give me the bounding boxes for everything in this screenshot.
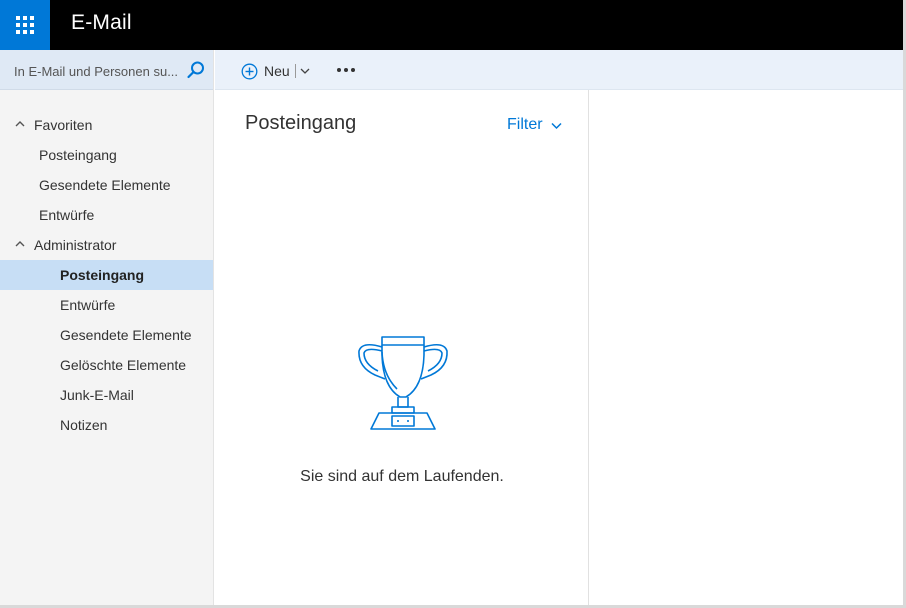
chevron-up-icon bbox=[15, 121, 25, 127]
outlook-window: E-Mail Favoriten Posteingang Gesendete E… bbox=[0, 0, 903, 605]
list-title: Posteingang bbox=[245, 112, 357, 134]
divider bbox=[294, 64, 296, 78]
folder-nav: Favoriten Posteingang Gesendete Elemente… bbox=[0, 110, 213, 440]
folder-label: Posteingang bbox=[39, 147, 117, 163]
filter-button[interactable]: Filter bbox=[507, 116, 562, 134]
folder-label: Gesendete Elemente bbox=[60, 327, 192, 343]
top-bar: E-Mail bbox=[0, 0, 903, 50]
new-button-label: Neu bbox=[264, 63, 290, 79]
folder-item-posteingang[interactable]: Posteingang bbox=[0, 260, 213, 290]
account-label: Administrator bbox=[34, 237, 117, 253]
filter-label: Filter bbox=[507, 116, 543, 133]
folder-label: Posteingang bbox=[60, 267, 145, 283]
folder-item-notizen[interactable]: Notizen bbox=[0, 410, 213, 440]
folder-item-geloeschte-elemente[interactable]: Gelöschte Elemente bbox=[0, 350, 213, 380]
folder-label: Gesendete Elemente bbox=[39, 177, 171, 193]
message-list: Posteingang Filter Sie sind auf dem Lauf… bbox=[215, 90, 589, 605]
search-icon[interactable] bbox=[186, 60, 206, 80]
chevron-down-icon[interactable] bbox=[300, 66, 310, 76]
folder-item-entwuerfe[interactable]: Entwürfe bbox=[0, 290, 213, 320]
search-box bbox=[0, 50, 213, 90]
trophy-icon bbox=[358, 336, 448, 430]
reading-pane bbox=[590, 90, 903, 605]
app-launcher-icon bbox=[16, 16, 34, 34]
account-group-header[interactable]: Administrator bbox=[0, 230, 213, 260]
folder-label: Entwürfe bbox=[60, 297, 116, 313]
folder-label: Entwürfe bbox=[39, 207, 95, 223]
folder-item-gesendete-elemente[interactable]: Gesendete Elemente bbox=[0, 320, 213, 350]
favorite-item-posteingang[interactable]: Posteingang bbox=[0, 140, 213, 170]
folder-sidebar: Favoriten Posteingang Gesendete Elemente… bbox=[0, 50, 214, 605]
folder-label: Notizen bbox=[60, 417, 108, 433]
new-message-button[interactable]: Neu bbox=[241, 59, 310, 83]
favorite-item-gesendete-elemente[interactable]: Gesendete Elemente bbox=[0, 170, 213, 200]
app-launcher-button[interactable] bbox=[0, 0, 50, 50]
empty-state-message: Sie sind auf dem Laufenden. bbox=[300, 468, 504, 485]
chevron-down-icon bbox=[551, 122, 562, 129]
folder-item-junk-e-mail[interactable]: Junk-E-Mail bbox=[0, 380, 213, 410]
search-input[interactable] bbox=[14, 61, 186, 81]
command-bar: Neu bbox=[215, 50, 903, 90]
chevron-up-icon bbox=[15, 241, 25, 247]
more-icon[interactable] bbox=[336, 60, 356, 80]
folder-label: Gelöschte Elemente bbox=[60, 357, 187, 373]
folder-label: Junk-E-Mail bbox=[60, 387, 134, 403]
app-title: E-Mail bbox=[71, 11, 132, 34]
plus-icon bbox=[241, 63, 258, 79]
favorites-group-header[interactable]: Favoriten bbox=[0, 110, 213, 140]
favorites-label: Favoriten bbox=[34, 117, 93, 133]
favorite-item-entwuerfe[interactable]: Entwürfe bbox=[0, 200, 213, 230]
